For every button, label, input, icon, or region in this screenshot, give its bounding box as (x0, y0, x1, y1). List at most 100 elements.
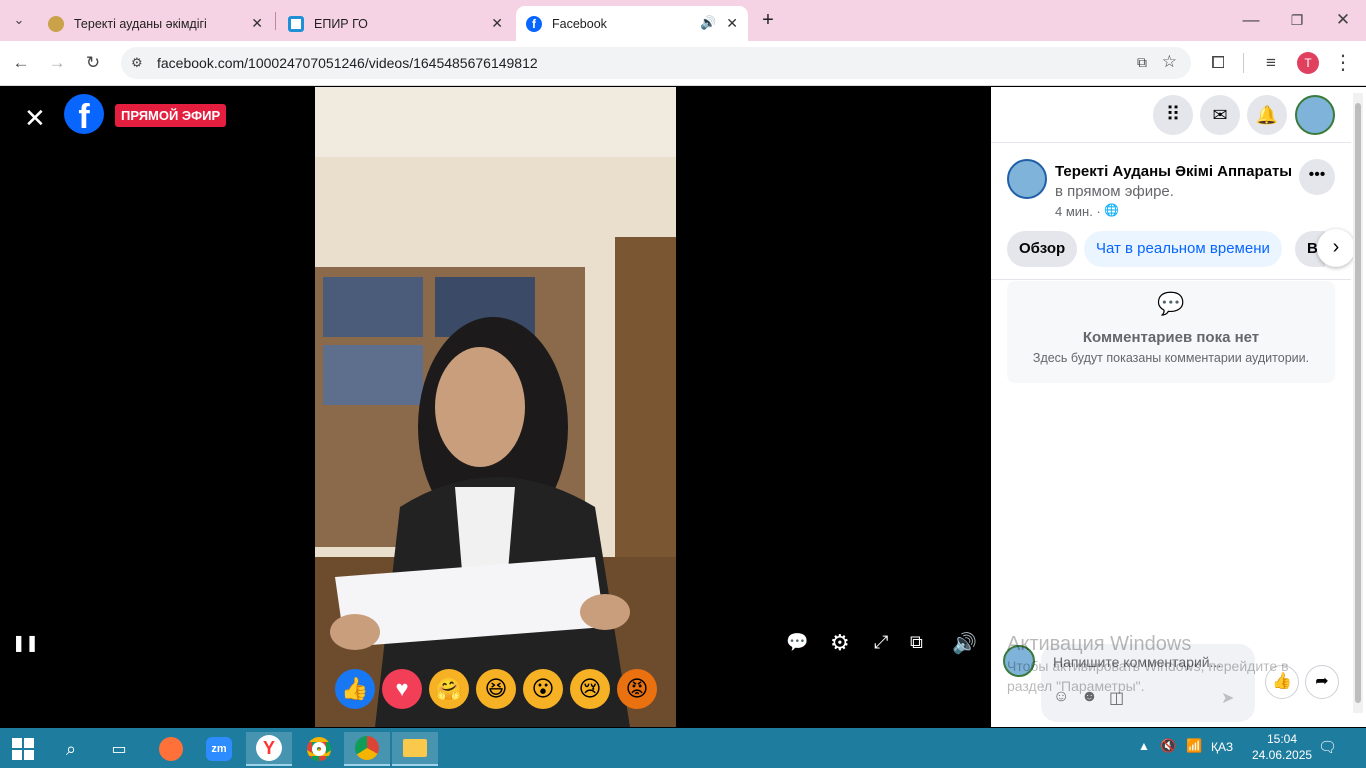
tab-terekti[interactable]: Теректі ауданы әкімдігі ✕ (38, 6, 273, 41)
windows-logo-icon (12, 738, 34, 760)
scrollbar-thumb[interactable] (1355, 103, 1361, 703)
tab-epir[interactable]: ЕПИР ГО ✕ (278, 6, 513, 41)
notifications-bell-icon[interactable]: 🔔 (1247, 95, 1287, 135)
windows-taskbar: ⌕ ▭ zm Y ▲ 🔇 📶 ҚАЗ 15:04 24.06.2025 🗨 (0, 728, 1366, 768)
close-viewer-icon[interactable]: ✕ (24, 103, 46, 134)
clock[interactable]: 15:04 24.06.2025 (1252, 731, 1312, 763)
toolbar-divider (1243, 53, 1244, 73)
minimize-icon[interactable]: — (1238, 7, 1264, 33)
browser-toolbar: ← → ↻ ⚙ facebook.com/100024707051246/vid… (0, 41, 1366, 86)
picture-in-picture-icon[interactable]: ⧉ (910, 632, 923, 653)
wow-reaction-icon[interactable]: 😮 (523, 669, 563, 709)
tabs-divider (991, 279, 1351, 280)
live-suffix-line2: прямом эфире. (1067, 183, 1174, 200)
back-icon[interactable]: ← (8, 50, 34, 76)
post-side-panel: ⠿ ✉ 🔔 Теректі Ауданы Әкімі Аппараты в пр… (991, 87, 1366, 727)
like-reaction-icon[interactable]: 👍 (335, 669, 375, 709)
chevron-right-icon[interactable]: › (1317, 229, 1355, 267)
search-icon[interactable]: ⌕ (48, 732, 94, 766)
tab-search-icon[interactable]: ⌄ (6, 7, 32, 33)
tab-title: Facebook (552, 16, 607, 31)
address-bar[interactable]: ⚙ facebook.com/100024707051246/videos/16… (121, 47, 1191, 79)
activation-watermark-line3: раздел "Параметры". (1007, 678, 1145, 694)
profile-avatar[interactable]: T (1297, 52, 1319, 74)
care-reaction-icon[interactable]: 🤗 (429, 669, 469, 709)
haha-reaction-icon[interactable]: 😆 (476, 669, 516, 709)
terekti-favicon (48, 15, 64, 32)
pause-icon[interactable]: ❚❚ (12, 633, 39, 653)
new-tab-icon[interactable]: + (755, 7, 781, 33)
site-settings-icon[interactable]: ⚙ (131, 55, 143, 71)
tray-overflow-icon[interactable]: ▲ (1138, 739, 1150, 753)
facebook-favicon: f (526, 15, 542, 32)
chrome-icon[interactable] (296, 732, 342, 766)
firefox-icon[interactable] (148, 732, 194, 766)
zoom-icon[interactable]: zm (196, 732, 242, 766)
tab-live-chat[interactable]: Чат в реальном времени (1084, 231, 1282, 267)
globe-icon: 🌐 (1104, 203, 1119, 217)
notification-center-icon[interactable]: 🗨 (1318, 738, 1337, 756)
page-avatar[interactable] (1007, 159, 1047, 199)
extensions-icon[interactable]: ⧠ (1205, 50, 1231, 76)
tab-title: Теректі ауданы әкімдігі (74, 16, 207, 31)
facebook-logo-icon[interactable]: f (64, 94, 104, 136)
volume-muted-icon[interactable]: 🔇 (1160, 738, 1176, 754)
scrollbar-track[interactable] (1353, 93, 1363, 713)
messenger-icon[interactable]: ✉ (1200, 95, 1240, 135)
settings-gear-icon[interactable]: ⚙ (830, 630, 850, 656)
empty-comments-card: 💬 Комментариев пока нет Здесь будут пока… (1007, 281, 1335, 383)
empty-comments-subtitle: Здесь будут показаны комментарии аудитор… (1032, 351, 1310, 365)
network-icon[interactable]: 📶 (1186, 738, 1202, 754)
share-icon[interactable]: ➦ (1305, 665, 1339, 699)
live-suffix: в (1055, 183, 1063, 200)
page-name-link[interactable]: Теректі Ауданы Әкімі Аппараты (1055, 163, 1292, 180)
url-text[interactable]: facebook.com/100024707051246/videos/1645… (157, 55, 538, 71)
post-title: Теректі Ауданы Әкімі Аппараты в прямом э… (1055, 162, 1295, 202)
start-button[interactable] (0, 732, 46, 766)
volume-icon[interactable]: 🔊 (952, 631, 977, 656)
reload-icon[interactable]: ↻ (80, 50, 106, 76)
account-avatar[interactable] (1295, 95, 1335, 135)
tab-facebook[interactable]: f Facebook 🔊 ✕ (516, 6, 748, 41)
love-reaction-icon[interactable]: ♥ (382, 669, 422, 709)
tab-title: ЕПИР ГО (314, 16, 368, 31)
restore-icon[interactable]: ❐ (1284, 7, 1310, 33)
close-icon[interactable]: ✕ (491, 15, 503, 32)
tab-divider (275, 12, 276, 30)
speaker-icon[interactable]: 🔊 (700, 15, 716, 31)
task-view-icon[interactable]: ▭ (96, 732, 142, 766)
media-control-icon[interactable]: ≡ (1258, 50, 1284, 76)
captions-icon[interactable]: 💬 (786, 632, 808, 653)
clock-date: 24.06.2025 (1252, 748, 1313, 762)
live-badge: ПРЯМОЙ ЭФИР (115, 104, 227, 127)
video-stage: ✕ f ПРЯМОЙ ЭФИР 👍 ♥ 🤗 😆 😮 😢 😡 ❚❚ 💬 ⚙ ⤢ ⧉… (0, 87, 991, 727)
menu-grid-icon[interactable]: ⠿ (1153, 95, 1193, 135)
close-icon[interactable]: ✕ (251, 15, 263, 32)
tab-strip: ⌄ Теректі ауданы әкімдігі ✕ ЕПИР ГО ✕ f … (0, 0, 1366, 41)
forward-icon[interactable]: → (44, 50, 70, 76)
more-options-icon[interactable]: ••• (1299, 159, 1335, 195)
chrome-menu-icon[interactable]: ⋮ (1330, 50, 1356, 76)
yandex-browser-icon[interactable]: Y (246, 732, 292, 766)
clock-time: 15:04 (1266, 732, 1298, 746)
activation-watermark-title: Активация Windows (1007, 633, 1192, 655)
video-image (315, 87, 676, 727)
window-close-icon[interactable]: ✕ (1330, 7, 1356, 33)
comments-bubble-icon: 💬 (1157, 291, 1185, 316)
language-indicator[interactable]: ҚАЗ (1211, 740, 1233, 754)
post-time[interactable]: 4 мин. · (1055, 204, 1101, 219)
epir-favicon (288, 15, 304, 32)
live-video-frame[interactable]: 👍 ♥ 🤗 😆 😮 😢 😡 (315, 87, 676, 727)
install-app-icon[interactable]: ⧉ (1137, 54, 1147, 71)
activation-watermark-line2: Чтобы активировать Windows, перейдите в (1007, 658, 1289, 674)
send-icon[interactable]: ➤ (1221, 688, 1234, 708)
fullscreen-icon[interactable]: ⤢ (874, 632, 888, 653)
sad-reaction-icon[interactable]: 😢 (570, 669, 610, 709)
chrome-icon-active[interactable] (344, 732, 390, 766)
file-explorer-icon[interactable] (392, 732, 438, 766)
tab-overview[interactable]: Обзор (1007, 231, 1078, 267)
close-icon[interactable]: ✕ (726, 15, 738, 32)
bookmark-star-icon[interactable]: ☆ (1162, 52, 1177, 72)
angry-reaction-icon[interactable]: 😡 (617, 669, 657, 709)
header-divider (991, 142, 1351, 143)
